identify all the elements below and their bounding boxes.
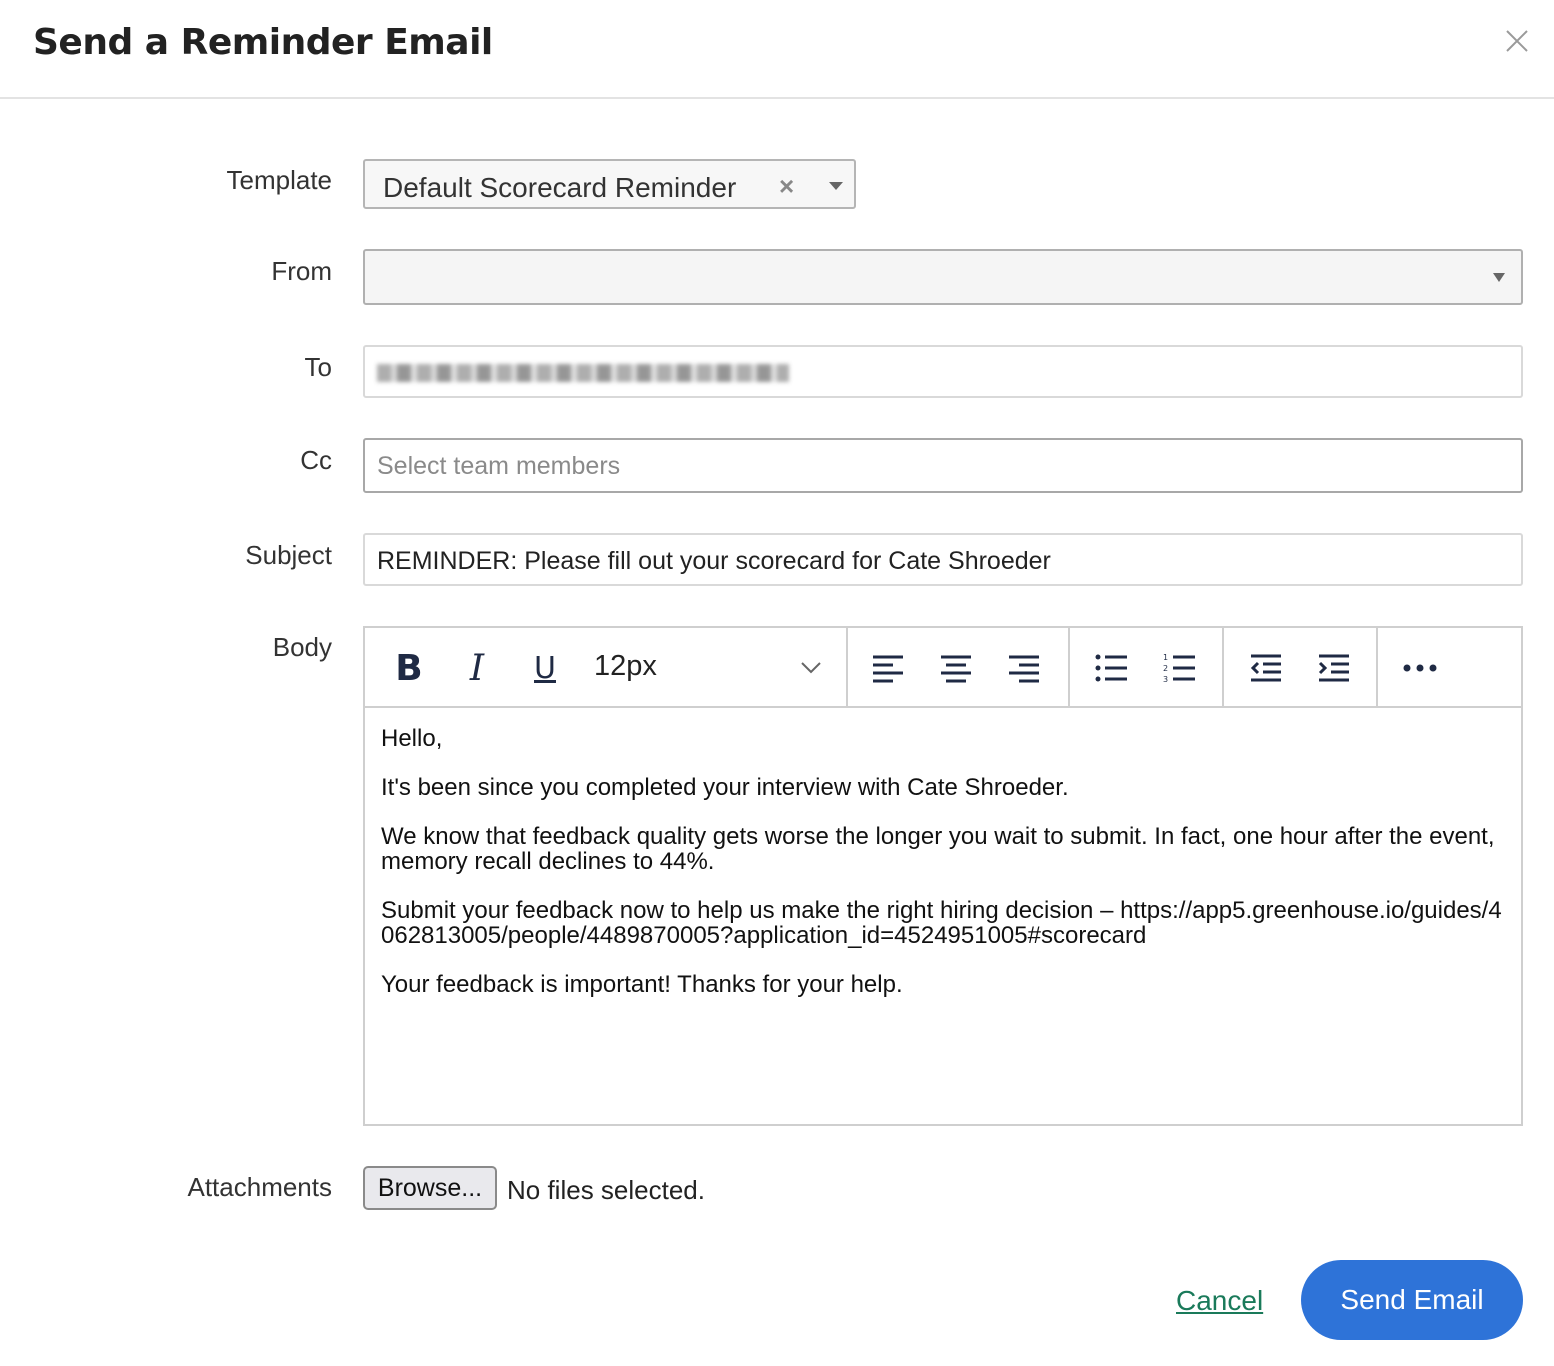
subject-field[interactable] [363,533,1523,586]
bold-icon[interactable]: B [389,648,429,689]
redacted-email [377,364,789,382]
body-label: Body [272,632,332,662]
chevron-down-icon[interactable] [799,655,823,684]
svg-text:3: 3 [1163,675,1168,684]
toolbar-group-indent [1224,628,1378,706]
cc-field[interactable] [363,438,1523,493]
more-icon[interactable] [1400,648,1440,688]
to-field[interactable] [363,345,1523,398]
to-label: To [304,352,332,382]
subject-input[interactable] [375,543,1509,579]
body-editor[interactable]: B I U 12px 1 2 3 Hello, It's been since … [363,626,1523,1126]
toolbar-group-text: B I U 12px [365,628,848,706]
template-select-value: Default Scorecard Reminder [383,172,737,203]
body-paragraph: Your feedback is important! Thanks for y… [381,971,903,998]
editor-content[interactable]: Hello, It's been since you completed you… [381,726,1505,1021]
align-center-icon[interactable] [936,648,976,688]
toolbar-group-align [848,628,1070,706]
align-left-icon[interactable] [868,648,908,688]
send-email-button[interactable]: Send Email [1301,1260,1523,1340]
dialog-header: Send a Reminder Email [0,0,1554,99]
template-label: Template [226,165,333,195]
browse-button[interactable]: Browse... [363,1166,497,1210]
editor-toolbar: B I U 12px 1 2 3 [365,628,1521,708]
cancel-button[interactable]: Cancel [1176,1285,1263,1317]
indent-icon[interactable] [1314,648,1354,688]
cc-input[interactable] [375,448,1509,484]
dialog-title: Send a Reminder Email [33,22,493,63]
bullet-list-icon[interactable] [1092,648,1132,688]
body-paragraph: Hello, [381,725,443,752]
attachments-label: Attachments [187,1172,332,1202]
close-icon[interactable] [1502,26,1532,56]
from-select[interactable] [363,249,1523,305]
italic-icon[interactable]: I [457,648,497,689]
attachment-status: No files selected. [507,1175,705,1205]
caret-down-icon[interactable] [1493,273,1505,282]
align-right-icon[interactable] [1004,648,1044,688]
svg-text:2: 2 [1163,664,1168,673]
font-size-select[interactable]: 12px [594,650,657,683]
clear-icon[interactable]: × [779,171,794,202]
template-select[interactable]: Default Scorecard Reminder × [363,159,856,209]
body-paragraph: We know that feedback quality gets worse… [381,823,1495,875]
cc-label: Cc [300,445,332,475]
toolbar-group-lists: 1 2 3 [1070,628,1224,706]
from-label: From [271,256,332,286]
subject-label: Subject [245,540,332,570]
numbered-list-icon[interactable]: 1 2 3 [1160,648,1200,688]
underline-icon[interactable]: U [525,648,565,688]
outdent-icon[interactable] [1246,648,1286,688]
body-paragraph: Submit your feedback now to help us make… [381,897,1502,949]
body-paragraph: It's been since you completed your inter… [381,774,1069,801]
caret-down-icon[interactable] [829,182,843,190]
svg-text:1: 1 [1163,653,1168,662]
